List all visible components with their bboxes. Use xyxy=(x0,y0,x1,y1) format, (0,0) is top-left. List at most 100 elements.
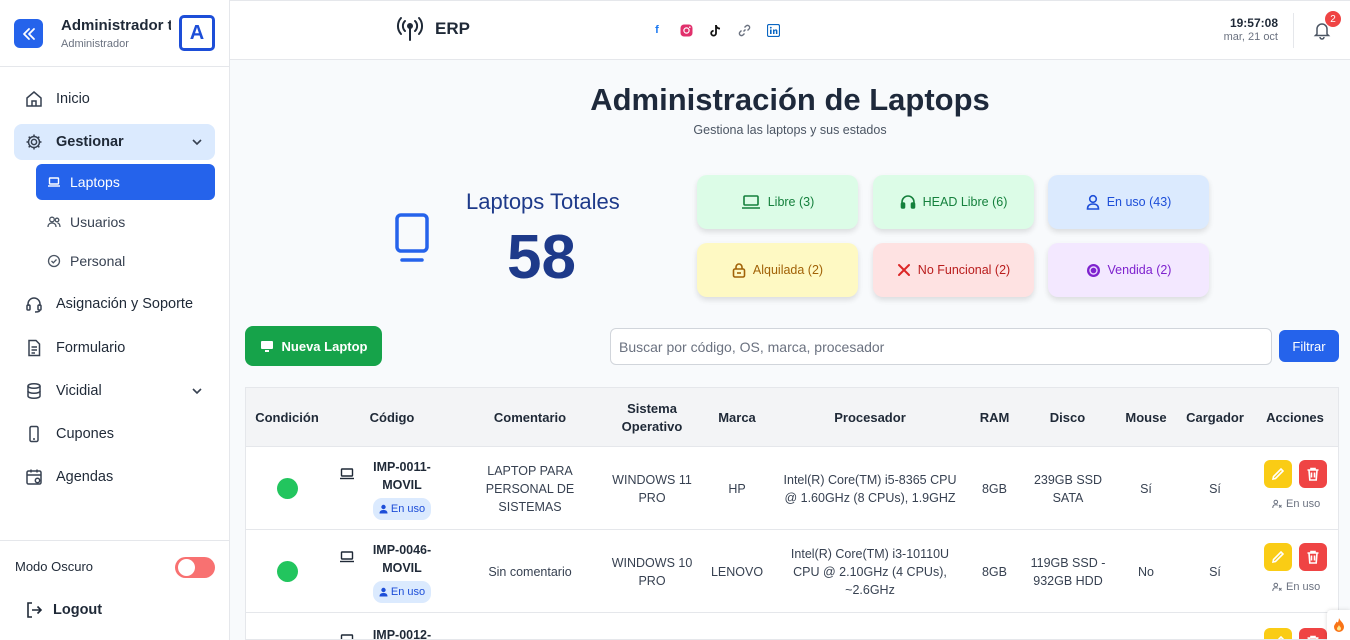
sidebar-item-asignacion[interactable]: Asignación y Soporte xyxy=(14,286,215,322)
brand-name: ERP xyxy=(435,19,470,38)
laptops-table: Condición Código Comentario Sistema Oper… xyxy=(245,387,1339,640)
ram-cell: 8GB xyxy=(981,564,1007,579)
status-badge: En uso xyxy=(372,580,432,603)
sidebar-item-agendas[interactable]: Agendas xyxy=(14,459,215,495)
link-icon[interactable] xyxy=(737,23,751,37)
total-laptops-label: Laptops Totales xyxy=(466,189,620,214)
linkedin-icon[interactable] xyxy=(766,23,780,37)
column-header[interactable]: Código xyxy=(328,388,456,447)
stat-head-libre[interactable]: HEAD Libre (6) xyxy=(873,175,1034,229)
sidebar-item-personal[interactable]: Personal xyxy=(36,243,215,279)
column-header[interactable]: Condición xyxy=(246,388,328,447)
edit-button[interactable] xyxy=(1264,628,1292,639)
home-icon xyxy=(24,89,44,109)
user-icon xyxy=(379,587,388,597)
stat-alquilada[interactable]: Alquilada (2) xyxy=(697,243,858,297)
table-row[interactable]: IMP-0012- xyxy=(246,613,1338,639)
stat-vendida[interactable]: Vendida (2) xyxy=(1048,243,1209,297)
database-icon xyxy=(24,381,44,401)
column-header[interactable]: Acciones xyxy=(1250,388,1338,447)
total-laptops-value: 58 xyxy=(507,223,576,292)
delete-button[interactable] xyxy=(1299,460,1327,488)
new-laptop-button[interactable]: Nueva Laptop xyxy=(245,326,382,366)
logout-label: Logout xyxy=(53,602,103,618)
sidebar-item-label: Vicidial xyxy=(56,383,102,399)
stat-label: No Funcional (2) xyxy=(917,263,1011,277)
laptop-code[interactable]: IMP-0046-MOVIL xyxy=(367,541,437,577)
clock: 19:57:08 mar, 21 oct xyxy=(1224,16,1278,43)
stat-label: En uso (43) xyxy=(1106,195,1172,209)
divider xyxy=(1293,13,1294,48)
user-x-icon xyxy=(1272,582,1282,592)
user-name: Administrador ti xyxy=(61,17,171,34)
sidebar-item-label: Gestionar xyxy=(56,134,124,150)
dark-mode-toggle[interactable] xyxy=(175,557,215,578)
charger-cell: Sí xyxy=(1209,481,1221,496)
sidebar-item-formulario[interactable]: Formulario xyxy=(14,330,215,366)
page-subtitle: Gestiona las laptops y sus estados xyxy=(693,123,887,137)
chevron-down-icon xyxy=(191,136,203,152)
check-circle-icon xyxy=(46,253,62,269)
assignment-note-label: En uso xyxy=(1286,581,1321,593)
code-cell: IMP-0046-MOVIL En uso xyxy=(346,530,458,613)
user-icon xyxy=(1086,194,1100,210)
mouse-cell: Sí xyxy=(1140,481,1152,496)
laptop-code[interactable]: IMP-0012- xyxy=(367,626,437,639)
broadcast-icon xyxy=(395,16,425,42)
sidebar-item-label: Inicio xyxy=(56,91,90,107)
brand-cell: HP xyxy=(728,481,746,496)
column-header[interactable]: Comentario xyxy=(456,388,604,447)
table-row[interactable]: IMP-0046-MOVIL En uso Sin comentario WIN… xyxy=(246,530,1338,613)
sidebar-item-cupones[interactable]: Cupones xyxy=(14,416,215,452)
collapse-sidebar-button[interactable] xyxy=(14,19,43,48)
filter-button[interactable]: Filtrar xyxy=(1279,330,1339,362)
sidebar-item-label: Cupones xyxy=(56,426,115,442)
sidebar-item-inicio[interactable]: Inicio xyxy=(14,81,215,117)
delete-button[interactable] xyxy=(1299,628,1327,639)
column-header[interactable]: Marca xyxy=(700,388,774,447)
instagram-icon[interactable] xyxy=(679,23,693,37)
user-x-icon xyxy=(1272,499,1282,509)
sidebar-item-laptops[interactable]: Laptops xyxy=(36,164,215,200)
lock-icon xyxy=(732,262,746,278)
table-row[interactable]: IMP-0011-MOVIL En uso LAPTOP PARA PERSON… xyxy=(246,447,1338,530)
user-role: Administrador xyxy=(61,38,129,50)
facebook-icon[interactable]: f xyxy=(650,23,664,37)
delete-button[interactable] xyxy=(1299,543,1327,571)
search-input[interactable] xyxy=(610,328,1272,365)
cpu-cell: Intel(R) Core(TM) i5-8365 CPU @ 1.60GHz … xyxy=(783,472,957,505)
logout-button[interactable]: Logout xyxy=(25,601,102,619)
column-header[interactable]: RAM xyxy=(966,388,1023,447)
flame-icon[interactable] xyxy=(1327,610,1350,640)
laptop-code[interactable]: IMP-0011-MOVIL xyxy=(367,458,437,494)
trash-icon xyxy=(1307,635,1319,639)
brand[interactable]: ERP xyxy=(395,16,470,42)
column-header[interactable]: Disco xyxy=(1023,388,1112,447)
column-header[interactable]: Cargador xyxy=(1180,388,1250,447)
sidebar-header: Administrador ti Administrador A xyxy=(0,0,229,67)
sidebar-item-gestionar[interactable]: Gestionar xyxy=(14,124,215,160)
coin-icon xyxy=(1086,263,1101,278)
headset-icon xyxy=(24,294,44,314)
chevron-down-icon xyxy=(191,385,203,401)
stat-libre[interactable]: Libre (3) xyxy=(697,175,858,229)
stat-en-uso[interactable]: En uso (43) xyxy=(1048,175,1209,229)
assignment-note: En uso xyxy=(1272,581,1320,593)
assignment-note-label: En uso xyxy=(1286,498,1321,510)
stat-label: Vendida (2) xyxy=(1107,263,1172,277)
edit-button[interactable] xyxy=(1264,460,1292,488)
column-header[interactable]: Mouse xyxy=(1112,388,1180,447)
stat-no-funcional[interactable]: No Funcional (2) xyxy=(873,243,1034,297)
sidebar-item-vicidial[interactable]: Vicidial xyxy=(14,373,215,409)
status-label: En uso xyxy=(390,502,426,515)
stat-label: HEAD Libre (6) xyxy=(922,195,1008,209)
column-header[interactable]: Sistema Operativo xyxy=(604,388,700,447)
avatar[interactable]: A xyxy=(179,15,215,51)
sidebar-item-usuarios[interactable]: Usuarios xyxy=(36,204,215,240)
edit-button[interactable] xyxy=(1264,543,1292,571)
laptop-icon xyxy=(339,633,355,639)
pencil-icon xyxy=(1277,635,1285,639)
sidebar-subitem-label: Personal xyxy=(70,253,126,269)
tiktok-icon[interactable] xyxy=(708,23,722,37)
column-header[interactable]: Procesador xyxy=(774,388,966,447)
